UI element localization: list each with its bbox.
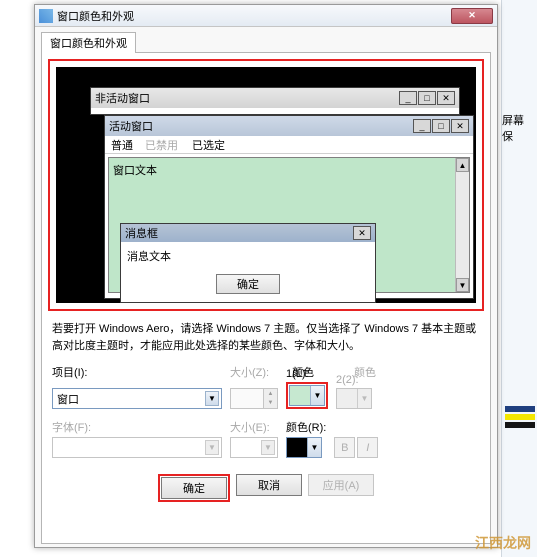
max-icon: □ — [432, 119, 450, 133]
font-color-swatch[interactable]: ▼ — [286, 437, 322, 458]
font-color-preview — [287, 438, 307, 457]
dialog-titlebar[interactable]: 窗口颜色和外观 ✕ — [35, 5, 497, 27]
color2-preview — [337, 389, 357, 408]
color2-label: 2(2): — [336, 374, 372, 386]
preview-area: 非活动窗口 _ □ ✕ 活动窗口 _ □ ✕ — [48, 59, 484, 311]
preview-scrollbar: ▲ ▼ — [455, 158, 469, 292]
window-text: 窗口文本 — [113, 165, 157, 177]
dropdown-icon: ▼ — [261, 440, 275, 455]
spin-up-icon: ▲ — [263, 389, 277, 399]
dropdown-icon: ▼ — [310, 386, 324, 405]
preview-messagebox: 消息框 ✕ 消息文本 确定 — [120, 223, 376, 303]
item-combo[interactable]: 窗口 ▼ — [52, 388, 222, 409]
dialog-actions: 确定 取消 应用(A) — [48, 474, 484, 502]
controls-area: 项目(I): 大小(Z): 颜色 颜色 窗口 — [48, 364, 484, 458]
inactive-titlebar: 非活动窗口 _ □ ✕ — [91, 88, 459, 108]
scroll-up-icon: ▲ — [456, 158, 469, 172]
close-icon: ✕ — [451, 119, 469, 133]
dialog-close-button[interactable]: ✕ — [451, 8, 493, 24]
tab-strip: 窗口颜色和外观 非活动窗口 _ □ ✕ 活动窗口 — [35, 27, 497, 544]
color2-swatch: ▼ — [336, 388, 372, 409]
color1-swatch[interactable]: ▼ — [289, 385, 325, 406]
dropdown-icon: ▼ — [357, 389, 371, 408]
dropdown-icon: ▼ — [205, 440, 219, 455]
cancel-button[interactable]: 取消 — [236, 474, 302, 496]
fsize-combo: ▼ — [230, 437, 278, 458]
msgbox-ok-button: 确定 — [216, 274, 280, 294]
dropdown-icon: ▼ — [205, 391, 219, 406]
preview-menu: 普通 已禁用 已选定 — [105, 136, 473, 154]
menu-selected: 已选定 — [190, 137, 227, 153]
item-label: 项目(I): — [52, 364, 222, 380]
description-text: 若要打开 Windows Aero，请选择 Windows 7 主题。仅当选择了… — [52, 321, 480, 354]
dropdown-icon: ▼ — [307, 438, 321, 457]
italic-button: I — [357, 437, 378, 458]
active-titlebar: 活动窗口 _ □ ✕ — [105, 116, 473, 136]
font-label: 字体(F): — [52, 419, 222, 435]
tab-panel: 非活动窗口 _ □ ✕ 活动窗口 _ □ ✕ — [41, 52, 491, 544]
apply-button: 应用(A) — [308, 474, 374, 496]
preview-inactive-window: 非活动窗口 _ □ ✕ — [90, 87, 460, 115]
spin-down-icon: ▼ — [263, 399, 277, 409]
size-label: 大小(Z): — [230, 364, 284, 380]
background-panel: 屏幕保 — [501, 0, 537, 557]
app-icon — [39, 9, 53, 23]
active-title-text: 活动窗口 — [109, 118, 412, 134]
msgbox-title: 消息框 — [125, 225, 352, 241]
scroll-down-icon: ▼ — [456, 278, 469, 292]
fcolor-label: 颜色(R): — [286, 419, 326, 435]
msgbox-text: 消息文本 — [121, 242, 375, 270]
min-icon: _ — [413, 119, 431, 133]
msgbox-titlebar: 消息框 ✕ — [121, 224, 375, 242]
dialog-title: 窗口颜色和外观 — [57, 8, 451, 24]
color1-preview — [290, 386, 310, 405]
close-icon: ✕ — [353, 226, 371, 240]
tab-appearance[interactable]: 窗口颜色和外观 — [41, 32, 136, 53]
size-spinner: ▲▼ — [230, 388, 278, 409]
ok-button[interactable]: 确定 — [161, 477, 227, 499]
fsize-label: 大小(E): — [230, 419, 278, 435]
size-input — [231, 389, 263, 408]
font-combo: ▼ — [52, 437, 222, 458]
color1-label: 1(L): — [286, 368, 328, 380]
side-color-bars — [505, 406, 535, 430]
bold-button: B — [334, 437, 355, 458]
min-icon: _ — [399, 91, 417, 105]
item-combo-value: 窗口 — [57, 391, 205, 407]
close-icon: ✕ — [437, 91, 455, 105]
inactive-title-text: 非活动窗口 — [95, 90, 398, 106]
menu-normal: 普通 — [111, 137, 133, 153]
close-icon: ✕ — [468, 10, 476, 21]
menu-disabled: 已禁用 — [145, 137, 178, 153]
side-text: 屏幕保 — [502, 112, 533, 144]
max-icon: □ — [418, 91, 436, 105]
dialog-window: 窗口颜色和外观 ✕ 窗口颜色和外观 非活动窗口 _ □ ✕ — [34, 4, 498, 548]
